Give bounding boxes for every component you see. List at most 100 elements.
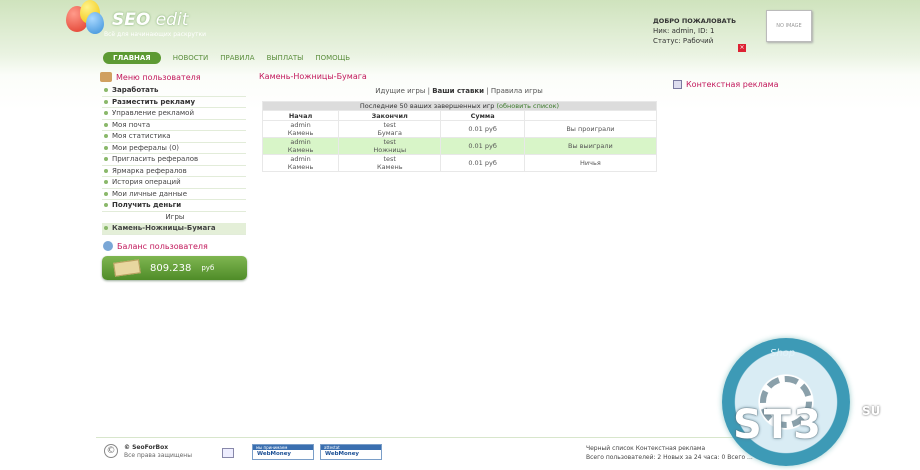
games-table: Последние 50 ваших завершенных игр (обно… [261,101,658,172]
sidebar-item-stats[interactable]: Моя статистика [102,131,246,143]
welcome-title: ДОБРО ПОЖАЛОВАТЬ [653,17,737,25]
bullet-icon [104,226,108,231]
bullet-icon [104,122,108,127]
sidebar-item-label: Получить деньги [112,201,182,210]
sidebar-item-games[interactable]: Игры [102,212,246,224]
player-name: test [383,155,396,163]
sidebar-item-manage-ads[interactable]: Управление рекламой [102,108,246,120]
table-caption: Последние 50 ваших завершенных игр (обно… [262,101,657,111]
counter-icon[interactable] [222,448,234,458]
cell-sum: 0.01 руб [440,137,525,155]
bullet-icon [104,111,108,116]
sidebar-item-profile[interactable]: Мои личные данные [102,189,246,200]
webmoney-badge-bottom: WebMoney [257,451,292,457]
cell-result: Ничья [523,154,658,172]
sidebar-title: Меню пользователя [100,72,201,82]
game-tabs: Идущие игры | Ваши ставки | Правила игры [375,87,543,95]
nav-item-help[interactable]: ПОМОЩЬ [315,54,350,62]
sidebar-item-withdraw[interactable]: Получить деньги [102,200,246,212]
site-logo[interactable]: SEO edit [112,10,188,30]
webmoney-attestat-badge[interactable]: attestat WebMoney [320,444,382,460]
bullet-icon [104,88,108,93]
cell-result: Вы проиграли [523,120,658,138]
balance-box[interactable]: 809.238 руб [102,256,247,280]
sidebar-item-referral-fair[interactable]: Ярмарка рефералов [102,166,246,177]
player-move: Камень [287,146,314,154]
table-caption-text: Последние 50 ваших завершенных игр [359,102,495,110]
site-slogan: Всё для начинающих раскрутки [104,31,207,38]
user-line: Ник: admin, ID: 1 [653,27,715,35]
sidebar-item-label: Управление рекламой [112,109,194,118]
sidebar-item-mail[interactable]: Моя почта [102,120,246,131]
tab-running-games[interactable]: Идущие игры [375,87,425,95]
balance-value: 809.238 [150,262,192,274]
nav-item-rules[interactable]: ПРАВИЛА [220,54,254,62]
col-ended: Закончил [338,110,442,121]
player-name: test [383,138,396,146]
player-name: test [383,121,396,129]
col-sum: Сумма [440,110,525,121]
sidebar-item-label: Моя статистика [112,132,171,141]
balance-unit: руб [201,264,215,272]
table-row: admin Камень test Ножницы 0.01 руб Вы выиг… [261,137,658,155]
player-move: Камень [287,163,314,171]
nav-item-payouts[interactable]: ВЫПЛАТЫ [267,54,304,62]
footer-links: Черный список Контекстная реклама Всего … [586,444,753,462]
player-move: Камень [376,163,403,171]
footer-links-line[interactable]: Черный список Контекстная реклама [586,444,753,453]
col-result [523,110,658,121]
page-title: Камень-Ножницы-Бумага [259,72,367,81]
copyright-text: © SeoForBox [124,444,169,451]
sidebar-item-place-ad[interactable]: Разместить рекламу [102,97,246,108]
webmoney-badge-bottom: WebMoney [325,451,360,457]
sidebar-item-rps[interactable]: Камень-Ножницы-Бумага [102,223,246,235]
watermark-shop-text: Shop [770,348,796,359]
bullet-icon [104,145,108,150]
webmoney-badge[interactable]: мы принимаем WebMoney [252,444,314,460]
watermark-suffix: SU [862,404,881,418]
bullet-icon [104,99,108,104]
sidebar-menu: Заработать Разместить рекламу Управление… [102,85,246,235]
money-icon [113,259,141,277]
footer-stats-line: Всего пользователей: 2 Новых за 24 часа:… [586,454,753,461]
nav-item-home[interactable]: ГЛАВНАЯ [103,52,161,64]
context-ads-link[interactable]: Контекстная реклама [673,80,779,89]
player-move: Ножницы [373,146,407,154]
sidebar-item-label: Моя почта [112,120,151,129]
player-name: admin [290,121,311,129]
watermark-text: ST3 [733,402,823,448]
cell-started: admin Камень [261,154,340,172]
cell-started: admin Камень [261,120,340,138]
bullet-icon [104,168,108,173]
bullet-icon [104,157,108,162]
footer-copyright: © SeoForBox Все права защищены [124,444,192,460]
sidebar-item-label: Ярмарка рефералов [112,166,187,175]
user-balance-icon [103,241,113,251]
sidebar-item-earn[interactable]: Заработать [102,85,246,97]
sidebar-item-label: Мои личные данные [112,189,188,198]
nav-item-news[interactable]: НОВОСТИ [173,54,209,62]
footer-divider [96,437,820,438]
sidebar-item-history[interactable]: История операций [102,177,246,189]
table-header-row: Начал Закончил Сумма [261,110,658,121]
bullet-icon [104,180,108,185]
sidebar-title-text: Меню пользователя [116,72,201,82]
cell-result: Вы выиграли [523,137,658,155]
logo-balloons [62,0,110,44]
sidebar-item-label: Игры [165,213,185,222]
cell-sum: 0.01 руб [440,154,525,172]
sidebar-item-invite[interactable]: Пригласить рефералов [102,154,246,166]
sidebar-item-referrals[interactable]: Мои рефералы (0) [102,143,246,154]
player-name: admin [290,155,311,163]
avatar[interactable]: NO IMAGE [766,10,812,42]
balance-title: Баланс пользователя [103,241,208,251]
cell-started: admin Камень [261,137,340,155]
table-caption-row: Последние 50 ваших завершенных игр (обно… [262,101,657,111]
logout-close-icon[interactable]: × [738,44,746,52]
refresh-list-link[interactable]: (обновить список) [497,102,560,110]
bullet-icon [104,203,108,208]
sidebar-item-label: Заработать [112,86,159,95]
player-move: Камень [287,129,314,137]
tab-game-rules[interactable]: Правила игры [491,87,543,95]
tab-your-bets[interactable]: Ваши ставки [432,87,484,95]
